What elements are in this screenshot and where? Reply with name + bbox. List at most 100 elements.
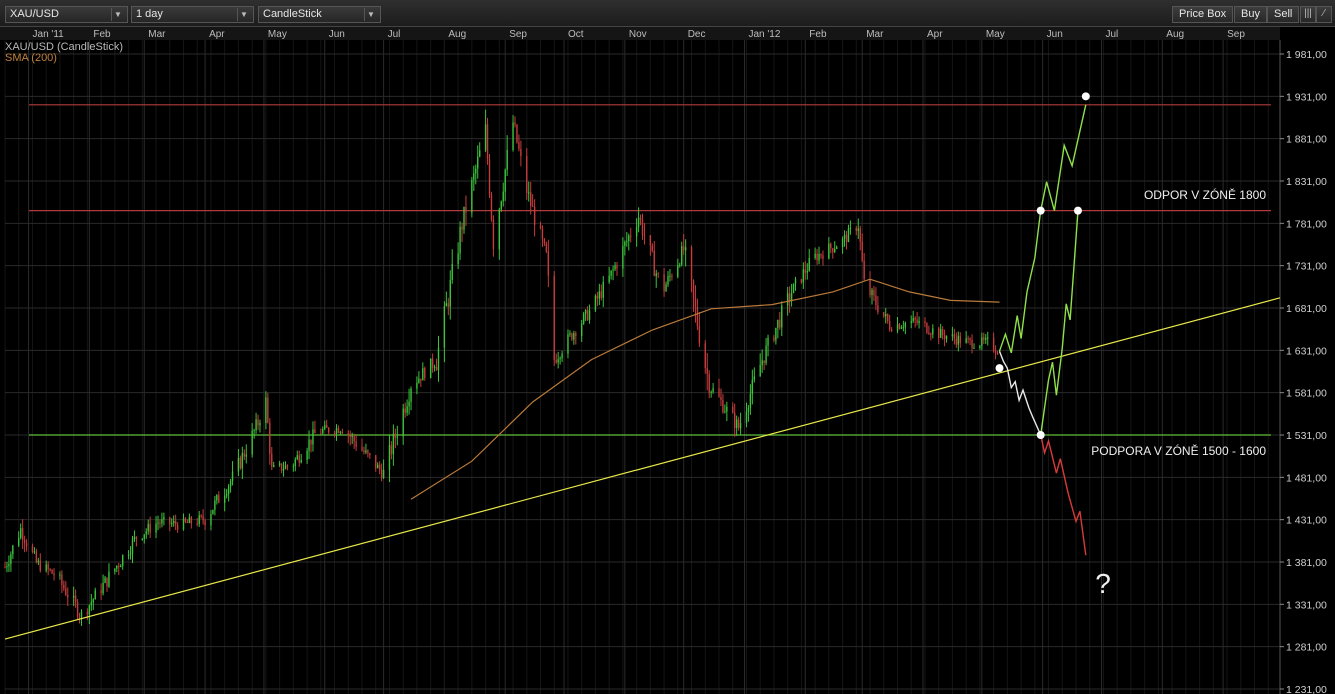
candle-body <box>210 514 212 526</box>
candle-body <box>667 276 669 285</box>
candle-body <box>726 406 728 412</box>
candle-body <box>622 245 624 269</box>
candle-body <box>216 495 218 501</box>
candle-body <box>739 423 742 429</box>
candle-body <box>767 337 769 346</box>
candle-body <box>39 560 42 571</box>
candle-body <box>375 455 377 469</box>
candle-body <box>504 169 506 192</box>
candle-body <box>278 463 281 466</box>
candle-body <box>939 329 942 338</box>
candle-body <box>488 159 491 195</box>
candle-body <box>924 320 926 324</box>
candle-body <box>516 124 518 143</box>
candle-body <box>794 279 797 284</box>
candle-body <box>292 465 295 467</box>
candle-body <box>286 465 289 467</box>
candle-body <box>512 122 514 150</box>
candle-body <box>841 238 844 248</box>
candle-body <box>943 335 946 340</box>
candle-body <box>320 433 322 435</box>
candle-body <box>74 595 77 603</box>
candle-body <box>392 433 395 455</box>
candle-body <box>932 328 934 335</box>
candle-body <box>155 523 157 533</box>
price-chart[interactable]: Jan '11 Feb Mar Apr May Jun Jul Aug Sep Oct Nov Dec… <box>0 27 1335 694</box>
candle-body <box>694 297 697 308</box>
candle-body <box>630 235 632 237</box>
candle-body <box>533 206 536 225</box>
candle-body <box>506 149 508 170</box>
candle-body <box>885 314 887 317</box>
candle-body <box>447 303 450 307</box>
key-point-marker <box>1036 431 1045 439</box>
candle-body <box>367 450 369 454</box>
candle-body <box>214 500 216 510</box>
grid <box>0 40 1280 694</box>
candle-body <box>749 393 752 409</box>
candle-body <box>855 228 858 231</box>
candle-body <box>422 368 424 381</box>
candle-body <box>859 228 861 242</box>
candle-body <box>147 523 149 532</box>
candle-body <box>883 312 885 317</box>
candle-body <box>6 566 8 568</box>
candle-body <box>847 228 850 243</box>
buy-button[interactable]: Buy <box>1234 6 1267 23</box>
candle-body <box>904 323 907 328</box>
candle-body <box>765 345 767 364</box>
symbol-select[interactable]: XAU/USD ▼ <box>5 6 128 23</box>
candle-body <box>376 464 379 469</box>
candle-body <box>788 293 791 302</box>
price-box-button[interactable]: Price Box <box>1172 6 1234 23</box>
x-tick-label: May <box>268 29 287 40</box>
candle-body <box>692 280 695 298</box>
candle-body <box>822 255 824 259</box>
candle-body <box>979 345 981 348</box>
x-tick-label: Nov <box>629 29 647 40</box>
candle-body <box>983 337 985 340</box>
candle-body <box>584 309 587 314</box>
candle-body <box>529 192 532 206</box>
candle-body <box>981 337 983 346</box>
candle-body <box>843 234 846 239</box>
candle-body <box>459 226 461 254</box>
candle-body <box>471 179 473 213</box>
candle-body <box>834 248 836 252</box>
draw-line-icon[interactable]: ⁄ <box>1316 6 1332 23</box>
chart-type-select[interactable]: CandleStick ▼ <box>258 6 381 23</box>
x-tick-label: Sep <box>1227 29 1245 40</box>
candle-body <box>106 577 108 587</box>
candle-body <box>612 269 614 271</box>
candle-body <box>781 305 783 328</box>
y-tick-label: 1 931,00 <box>1286 91 1327 103</box>
candle-body <box>751 379 754 394</box>
bar-chart-icon[interactable]: ||| <box>1300 6 1316 23</box>
candle-body <box>31 546 34 552</box>
candle-body <box>665 284 667 292</box>
support-label: PODPORA V ZÓNĚ 1500 - 1600 <box>1091 443 1266 458</box>
candle-body <box>671 275 673 277</box>
key-point-marker <box>1081 92 1090 101</box>
candle-body <box>408 401 410 407</box>
x-tick-label: Mar <box>148 29 166 40</box>
x-tick-label: Oct <box>568 29 584 40</box>
candle-body <box>347 433 349 436</box>
candle-body <box>176 524 179 530</box>
candle-body <box>820 254 822 256</box>
candle-body <box>567 334 569 354</box>
candle-body <box>265 397 267 423</box>
candle-body <box>18 537 20 546</box>
candle-body <box>149 523 151 533</box>
candle-body <box>816 253 818 261</box>
candle-body <box>223 495 226 503</box>
candle-body <box>486 124 489 160</box>
candle-body <box>63 584 65 589</box>
candle-body <box>761 360 763 366</box>
candle-body <box>763 360 765 364</box>
candle-body <box>253 430 255 432</box>
period-select[interactable]: 1 day ▼ <box>131 6 254 23</box>
sell-button[interactable]: Sell <box>1267 6 1300 23</box>
candle-body <box>994 350 997 354</box>
candle-body <box>47 564 49 570</box>
